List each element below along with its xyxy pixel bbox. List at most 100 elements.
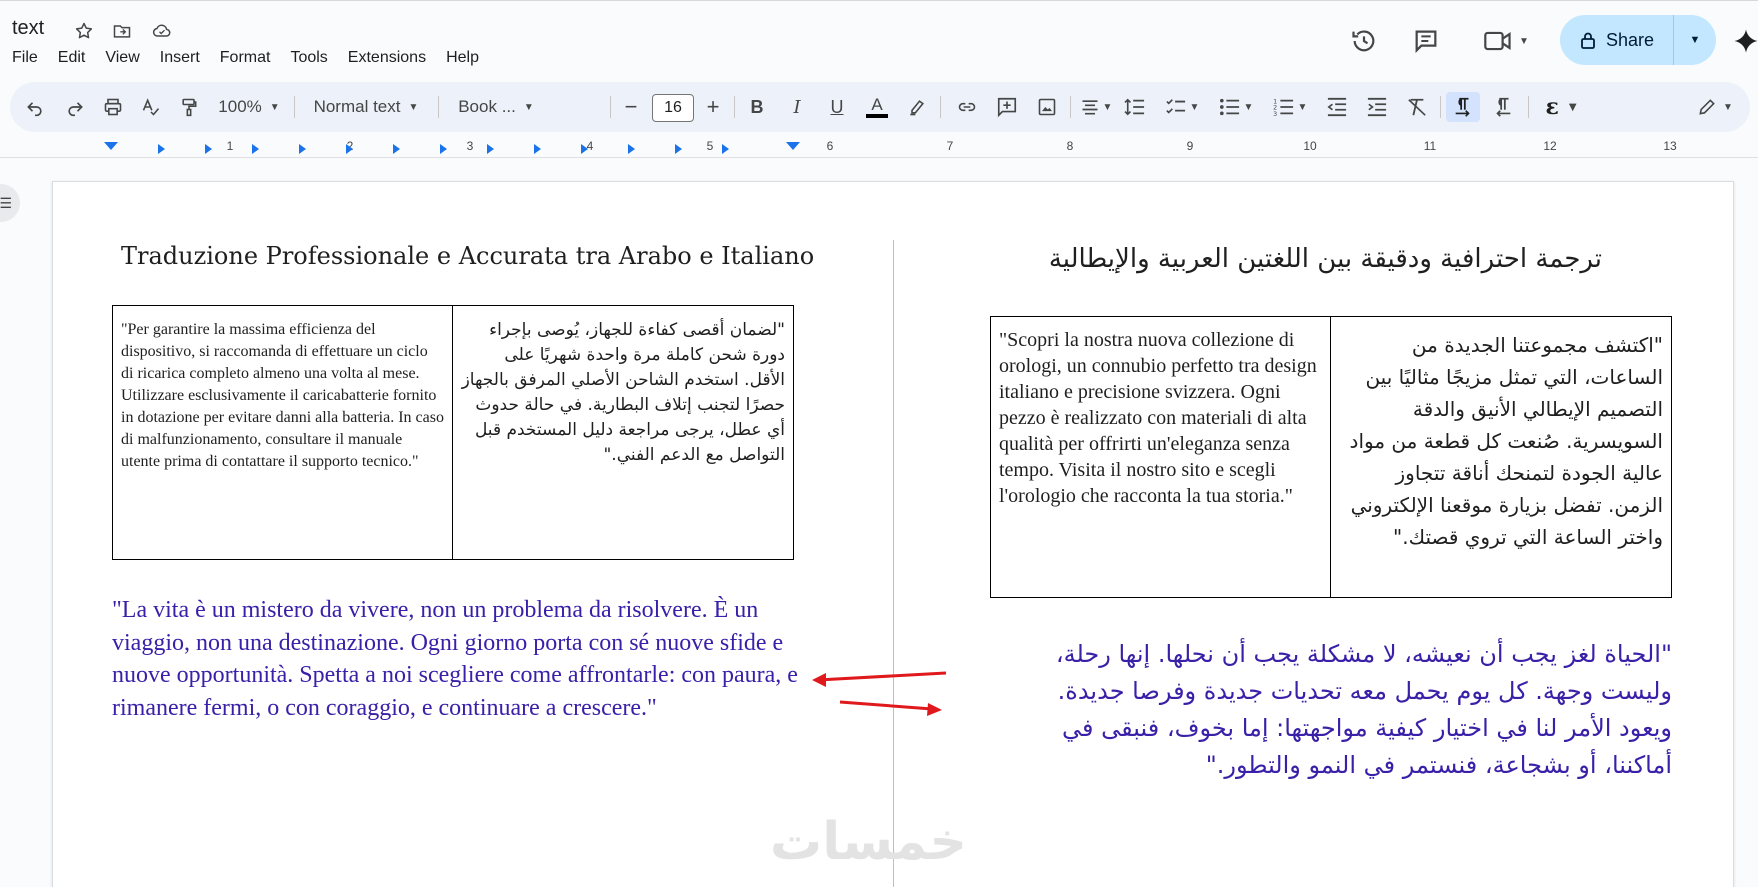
redo-icon[interactable]	[60, 92, 90, 122]
ruler-number: 1	[226, 139, 234, 153]
checklist-icon[interactable]: ▼	[1160, 92, 1204, 122]
tab-stop-marker[interactable]	[158, 144, 165, 154]
menu-edit[interactable]: Edit	[58, 49, 94, 67]
table2-italian-cell[interactable]: "Scopri la nostra nuova collezione di or…	[990, 316, 1331, 598]
increase-font-size-icon[interactable]: +	[698, 92, 728, 122]
menu-insert[interactable]: Insert	[160, 49, 208, 67]
quote-arabic[interactable]: "الحياة لغز يجب أن نعيشه، لا مشكلة يجب أ…	[998, 636, 1672, 784]
paragraph-style-value: Normal text	[313, 97, 401, 116]
rtl-direction-icon[interactable]	[1486, 92, 1520, 122]
align-icon[interactable]: ▼	[1076, 92, 1116, 122]
document-title[interactable]: text	[12, 17, 44, 40]
tab-stop-marker[interactable]	[487, 144, 494, 154]
lock-icon	[1581, 32, 1595, 49]
undo-icon[interactable]	[20, 92, 50, 122]
tab-stop-marker[interactable]	[440, 144, 447, 154]
numbered-list-icon[interactable]: 1 2 3 ▼	[1268, 92, 1312, 122]
ruler-number: 12	[1543, 139, 1557, 153]
quote-italian[interactable]: "La vita è un mistero da vivere, non un …	[112, 594, 802, 724]
toolbar-divider	[438, 96, 439, 118]
gemini-icon[interactable]	[1728, 23, 1758, 59]
menu-format[interactable]: Format	[220, 49, 279, 67]
ruler-number: 6	[826, 139, 834, 153]
text-color-icon[interactable]: A	[862, 92, 892, 122]
paragraph-style-select[interactable]: Normal text ▼	[302, 92, 430, 122]
toolbar-divider	[610, 96, 611, 118]
version-history-icon[interactable]	[1346, 23, 1382, 59]
cloud-saved-icon[interactable]	[150, 19, 174, 43]
decrease-indent-icon[interactable]	[1322, 92, 1352, 122]
ltr-direction-icon[interactable]	[1446, 92, 1480, 122]
column-divider	[893, 240, 894, 887]
tab-stop-marker[interactable]	[581, 144, 588, 154]
tab-stop-marker[interactable]	[675, 144, 682, 154]
share-button[interactable]: Share ▼	[1560, 15, 1716, 65]
heading-italian[interactable]: Traduzione Professionale e Accurata tra …	[121, 242, 814, 270]
watermark-logo: خمسات	[770, 812, 968, 872]
tab-stop-marker[interactable]	[252, 144, 259, 154]
share-main-button[interactable]: Share	[1560, 15, 1674, 65]
line-spacing-icon[interactable]	[1120, 92, 1150, 122]
move-to-folder-icon[interactable]	[110, 19, 134, 43]
add-comment-icon[interactable]	[992, 92, 1022, 122]
ruler[interactable]: 1 2 3 4 5 6 7 8 9 10 11 12 13	[0, 136, 1758, 158]
paint-format-icon[interactable]	[174, 92, 204, 122]
star-icon[interactable]	[72, 19, 96, 43]
increase-indent-icon[interactable]	[1362, 92, 1392, 122]
menu-help[interactable]: Help	[446, 49, 487, 67]
title-bar: text File Edit View Insert Format Tools …	[0, 0, 1758, 72]
share-label: Share	[1606, 29, 1655, 50]
editing-mode-icon[interactable]: ▼	[1690, 92, 1740, 122]
font-family-select[interactable]: Book ... ▼	[446, 92, 546, 122]
highlight-color-icon[interactable]	[902, 92, 932, 122]
ruler-number: 3	[466, 139, 474, 153]
share-dropdown-button[interactable]: ▼	[1674, 34, 1716, 46]
comments-icon[interactable]	[1408, 23, 1444, 59]
decrease-font-size-icon[interactable]: −	[616, 92, 646, 122]
underline-icon[interactable]: U	[822, 92, 852, 122]
table1-italian-cell[interactable]: "Per garantire la massima efficienza del…	[112, 305, 453, 560]
spelling-check-icon[interactable]	[136, 92, 166, 122]
tab-stop-marker[interactable]	[346, 144, 353, 154]
italic-icon[interactable]: I	[782, 92, 812, 122]
formatting-toolbar: 100% ▼ Normal text ▼ Book ... ▼ − 16 + B I …	[10, 82, 1750, 132]
menu-view[interactable]: View	[105, 49, 147, 67]
chevron-down-icon: ▼	[523, 101, 534, 113]
tab-stop-marker[interactable]	[205, 144, 212, 154]
clear-formatting-icon[interactable]	[1402, 92, 1432, 122]
document-outline-toggle[interactable]: ☰	[0, 184, 20, 222]
table-manual-translation[interactable]: "Per garantire la massima efficienza del…	[112, 305, 794, 560]
menu-tools[interactable]: Tools	[290, 49, 335, 67]
toolbar-divider	[734, 96, 735, 118]
menu-file[interactable]: File	[12, 49, 46, 67]
table-watch-translation[interactable]: "Scopri la nostra nuova collezione di or…	[990, 316, 1672, 598]
ruler-number: 9	[1186, 139, 1194, 153]
meet-caret-icon[interactable]: ▼	[1519, 36, 1529, 47]
tab-stop-marker[interactable]	[534, 144, 541, 154]
meet-icon[interactable]: ▼	[1476, 23, 1536, 59]
toolbar-divider	[1440, 96, 1441, 118]
input-tools-icon[interactable]: ε ▼	[1536, 92, 1586, 122]
tab-stop-marker[interactable]	[722, 144, 729, 154]
insert-link-icon[interactable]	[952, 92, 982, 122]
heading-arabic[interactable]: ترجمة احترافية ودقيقة بين اللغتين العربي…	[990, 244, 1602, 274]
table2-arabic-cell[interactable]: "اكتشف مجموعتنا الجديدة من الساعات، التي…	[1330, 316, 1672, 598]
toolbar-divider	[1528, 96, 1529, 118]
tab-stop-marker[interactable]	[393, 144, 400, 154]
ruler-number: 8	[1066, 139, 1074, 153]
column-indent-marker[interactable]	[786, 142, 800, 150]
table1-arabic-cell[interactable]: "لضمان أقصى كفاءة للجهاز، يُوصى بإجراء د…	[452, 305, 794, 560]
tab-stop-marker[interactable]	[299, 144, 306, 154]
ruler-number: 13	[1663, 139, 1677, 153]
menu-extensions[interactable]: Extensions	[348, 49, 434, 67]
print-icon[interactable]	[98, 92, 128, 122]
font-size-input[interactable]: 16	[652, 94, 694, 122]
chevron-down-icon: ▼	[269, 101, 280, 113]
zoom-select[interactable]: 100% ▼	[214, 92, 284, 122]
ruler-number: 10	[1303, 139, 1317, 153]
left-indent-marker[interactable]	[104, 142, 118, 150]
insert-image-icon[interactable]	[1032, 92, 1062, 122]
bulleted-list-icon[interactable]: ▼	[1214, 92, 1258, 122]
tab-stop-marker[interactable]	[628, 144, 635, 154]
bold-icon[interactable]: B	[742, 92, 772, 122]
